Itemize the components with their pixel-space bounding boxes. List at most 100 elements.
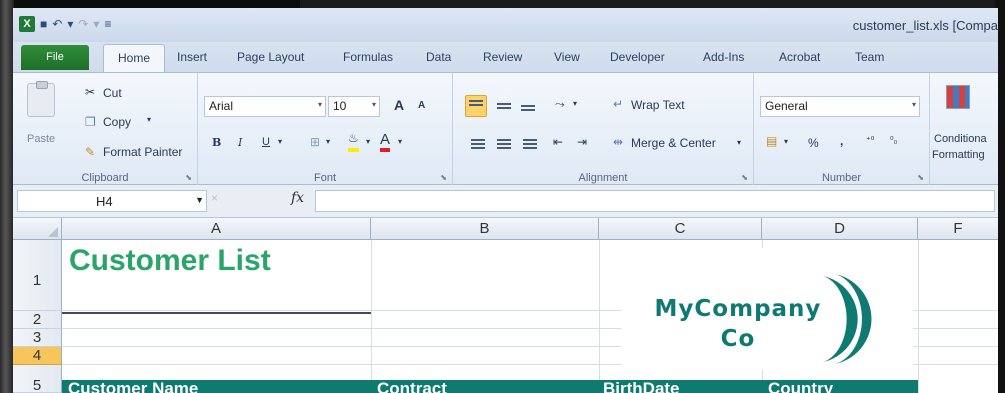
header-birthdate[interactable]: BirthDate <box>603 380 680 393</box>
save-icon[interactable]: ■ <box>40 17 47 31</box>
tab-insert[interactable]: Insert <box>177 50 207 64</box>
bold-button[interactable]: B <box>212 136 221 149</box>
row-header-3[interactable]: 3 <box>13 329 62 347</box>
logo-line-1: MyCompany <box>654 296 822 322</box>
company-logo[interactable]: MyCompany Co <box>621 248 913 370</box>
undo-icon[interactable]: ↶ <box>52 17 62 31</box>
format-painter-button[interactable]: Format Painter <box>103 145 182 159</box>
font-color-dropdown-icon[interactable]: ▾ <box>398 137 402 146</box>
excel-logo-icon[interactable]: X <box>19 16 35 32</box>
align-bottom-icon[interactable] <box>521 105 535 117</box>
row-header-1[interactable]: 1 <box>13 240 62 311</box>
row-header-2[interactable]: 2 <box>13 311 62 329</box>
orientation-icon[interactable]: ⤳ <box>555 97 565 112</box>
align-top-button[interactable] <box>465 95 487 117</box>
increase-indent-icon[interactable]: ⇥ <box>577 135 587 149</box>
borders-icon[interactable]: ⊞ <box>310 135 320 149</box>
customize-qat-icon[interactable]: ≡ <box>104 17 111 31</box>
merge-dropdown-icon[interactable]: ▾ <box>737 138 741 147</box>
shrink-font-button[interactable]: A <box>418 100 425 111</box>
number-launcher-icon[interactable]: ⬊ <box>917 173 924 182</box>
gridline <box>371 240 372 393</box>
excel-window: X ■ ↶ ▾ ↷ ▾ ≡ customer_list.xls [Compa F… <box>13 8 998 393</box>
sheet-title[interactable]: Customer List <box>69 244 271 278</box>
fill-color-icon[interactable]: ♨ <box>348 131 359 152</box>
percent-button[interactable]: % <box>808 136 819 150</box>
header-country[interactable]: Country <box>768 380 833 393</box>
align-center-icon[interactable] <box>497 139 511 151</box>
row-header-5[interactable]: 5 <box>13 365 62 393</box>
formula-cancel-icon[interactable]: × <box>211 191 218 205</box>
column-header-a[interactable]: A <box>62 218 371 240</box>
tab-file[interactable]: File <box>21 45 89 70</box>
chevron-down-icon: ▾ <box>317 100 322 109</box>
align-middle-icon[interactable] <box>497 103 511 115</box>
name-box-value: H4 <box>96 194 113 209</box>
column-header-d[interactable]: D <box>762 218 918 240</box>
cut-button[interactable]: Cut <box>103 86 122 100</box>
tab-view[interactable]: View <box>554 50 580 64</box>
merge-center-button[interactable]: Merge & Center <box>631 136 716 150</box>
wrap-text-icon: ↵ <box>613 97 624 111</box>
borders-dropdown-icon[interactable]: ▾ <box>326 137 330 146</box>
italic-button[interactable]: I <box>238 136 242 149</box>
underline-button[interactable]: U <box>262 136 270 148</box>
underline-dropdown-icon[interactable]: ▾ <box>278 137 282 146</box>
font-size-select[interactable]: 10 ▾ <box>328 96 380 117</box>
copy-dropdown-icon[interactable]: ▾ <box>147 115 151 124</box>
font-name-select[interactable]: Arial ▾ <box>204 96 326 117</box>
decrease-indent-icon[interactable]: ⇤ <box>553 135 563 149</box>
undo-dropdown-icon[interactable]: ▾ <box>67 17 73 31</box>
insert-function-icon[interactable]: fx <box>291 190 304 206</box>
font-launcher-icon[interactable]: ⬊ <box>440 173 447 182</box>
logo-text: MyCompany Co <box>633 294 843 354</box>
window-title: customer_list.xls [Compa <box>852 18 998 33</box>
comma-button[interactable]: , <box>840 134 843 148</box>
tab-home[interactable]: Home <box>103 44 166 72</box>
currency-dropdown-icon[interactable]: ▾ <box>784 137 788 146</box>
align-right-icon[interactable] <box>523 139 537 151</box>
gridline <box>599 240 600 393</box>
tab-data[interactable]: Data <box>426 50 451 64</box>
copy-button[interactable]: Copy <box>103 115 131 129</box>
row-header-4[interactable]: 4 <box>13 347 62 365</box>
redo-icon[interactable]: ↷ <box>78 17 88 31</box>
formula-input[interactable] <box>315 190 995 212</box>
name-box[interactable]: H4 ▼ <box>17 190 207 212</box>
align-left-icon[interactable] <box>471 139 485 151</box>
number-format-select[interactable]: General ▾ <box>760 96 920 117</box>
tab-add-ins[interactable]: Add-Ins <box>703 50 744 64</box>
currency-icon[interactable]: ▤ <box>766 134 777 148</box>
column-header-c[interactable]: C <box>599 218 762 240</box>
column-header-f[interactable]: F <box>918 218 998 240</box>
conditional-formatting-label-2[interactable]: Formatting <box>932 149 985 161</box>
wrap-text-button[interactable]: Wrap Text <box>631 98 685 112</box>
grow-font-button[interactable]: A <box>394 97 404 113</box>
redo-dropdown-icon[interactable]: ▾ <box>93 17 99 31</box>
orientation-dropdown-icon[interactable]: ▾ <box>573 99 577 108</box>
chevron-down-icon: ▼ <box>195 195 204 205</box>
header-contract[interactable]: Contract <box>377 380 447 393</box>
column-header-b[interactable]: B <box>371 218 599 240</box>
header-customer-name[interactable]: Customer Name <box>68 380 198 393</box>
spreadsheet-grid: A B C D F 1 2 3 4 5 Customer List MyComp… <box>13 218 998 393</box>
tab-acrobat[interactable]: Acrobat <box>779 50 820 64</box>
select-all-corner[interactable] <box>13 218 62 240</box>
conditional-formatting-label-1[interactable]: Conditiona <box>934 133 987 145</box>
paste-icon[interactable] <box>27 81 55 117</box>
clipboard-launcher-icon[interactable]: ⬊ <box>185 173 192 182</box>
fill-dropdown-icon[interactable]: ▾ <box>366 137 370 146</box>
tab-team[interactable]: Team <box>855 50 884 64</box>
increase-decimal-icon[interactable]: ⁺⁰ <box>866 135 874 146</box>
tab-review[interactable]: Review <box>483 50 522 64</box>
alignment-label: Alignment <box>578 172 628 184</box>
conditional-formatting-icon[interactable] <box>946 85 970 109</box>
paste-label[interactable]: Paste <box>27 133 55 145</box>
decrease-decimal-icon[interactable]: ⁰₀ <box>890 135 897 146</box>
merge-center-icon: ⇹ <box>613 135 624 149</box>
font-color-button[interactable]: A <box>380 131 391 152</box>
tab-page-layout[interactable]: Page Layout <box>237 50 304 64</box>
alignment-launcher-icon[interactable]: ⬊ <box>741 173 748 182</box>
tab-formulas[interactable]: Formulas <box>343 50 393 64</box>
tab-developer[interactable]: Developer <box>610 50 665 64</box>
